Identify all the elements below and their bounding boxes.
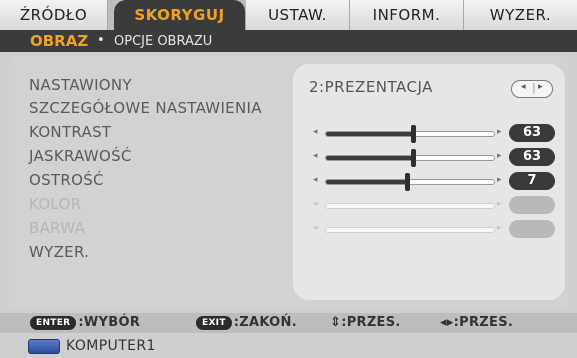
subtab-obraz[interactable]: OBRAZ — [30, 32, 88, 50]
help-leftright: ◂▸:PRZES. — [440, 315, 514, 330]
slider-left-arrow-icon[interactable]: ◂ — [313, 151, 318, 161]
slider-value-badge — [509, 196, 555, 214]
source-bar: KOMPUTER1 — [0, 335, 577, 358]
slider-knob[interactable] — [411, 149, 417, 167]
menu-content: NASTAWIONY SZCZEGÓŁOWE NASTAWIENIA KONTR… — [9, 56, 569, 308]
preset-value: 2:PREZENTACJA — [309, 78, 433, 96]
source-label: KOMPUTER1 — [66, 338, 156, 354]
slider-0[interactable]: ◂ ▸ 63 — [313, 122, 557, 144]
left-arrow-icon[interactable]: ◂ — [521, 82, 526, 92]
help-bar: ENTER:WYBÓR EXIT:ZAKOŃ. ⇕:PRZES. ◂▸:PRZE… — [0, 313, 577, 333]
slider-track[interactable] — [325, 173, 495, 191]
slider-fill — [326, 132, 414, 136]
slider-fill — [326, 180, 407, 184]
slider-right-arrow-icon[interactable]: ▸ — [497, 175, 502, 185]
tab-wyzer[interactable]: WYZER. — [464, 0, 577, 30]
tab-bar: ŹRÓDŁO SKORYGUJ USTAW. INFORM. WYZER. — [0, 0, 577, 30]
enter-key-icon: ENTER — [30, 316, 77, 330]
menu-item-jaskrawosc[interactable]: JASKRAWOŚĆ — [29, 147, 132, 165]
slider-4: ◂ ▸ — [313, 218, 557, 240]
right-arrow-icon[interactable]: ▸ — [538, 82, 543, 92]
slider-right-arrow-icon[interactable]: ▸ — [497, 127, 502, 137]
tab-skoryguj[interactable]: SKORYGUJ — [114, 0, 246, 30]
help-enter-text: :WYBÓR — [78, 315, 141, 330]
slider-track — [325, 203, 495, 209]
tab-ustaw[interactable]: USTAW. — [246, 0, 350, 30]
slider-right-arrow-icon: ▸ — [497, 199, 502, 209]
help-exit: EXIT:ZAKOŃ. — [196, 315, 297, 330]
slider-track[interactable] — [325, 149, 495, 167]
slider-value-badge: 63 — [509, 124, 555, 142]
slider-fill — [326, 156, 414, 160]
slider-right-arrow-icon[interactable]: ▸ — [497, 151, 502, 161]
subtab-bar: OBRAZ • OPCJE OBRAZU — [0, 30, 577, 52]
slider-left-arrow-icon[interactable]: ◂ — [313, 127, 318, 137]
slider-knob[interactable] — [411, 125, 417, 143]
value-panel: 2:PREZENTACJA ◂ | ▸ ◂ ▸ 63 ◂ ▸ 63 ◂ ▸ 7 ◂ ▸ ◂ ▸ — [293, 64, 565, 300]
help-updown: ⇕:PRZES. — [330, 315, 401, 330]
slider-left-arrow-icon: ◂ — [313, 199, 318, 209]
exit-key-icon: EXIT — [196, 316, 232, 330]
slider-value-badge: 63 — [509, 148, 555, 166]
osd-menu: ŹRÓDŁO SKORYGUJ USTAW. INFORM. WYZER. OB… — [0, 0, 577, 358]
slider-knob[interactable] — [404, 173, 410, 191]
slider-right-arrow-icon: ▸ — [497, 223, 502, 233]
help-exit-text: :ZAKOŃ. — [233, 315, 297, 330]
slider-value-badge — [509, 220, 555, 238]
slider-1[interactable]: ◂ ▸ 63 — [313, 146, 557, 168]
slider-left-arrow-icon: ◂ — [313, 223, 318, 233]
menu-item-nastawiony[interactable]: NASTAWIONY — [29, 76, 132, 94]
tab-zrodlo[interactable]: ŹRÓDŁO — [0, 0, 108, 30]
menu-item-barwa: BARWA — [29, 219, 86, 237]
menu-item-wyzer[interactable]: WYZER. — [29, 243, 89, 261]
slider-3: ◂ ▸ — [313, 194, 557, 216]
menu-item-kolor: KOLOR — [29, 195, 82, 213]
computer-input-icon — [28, 339, 60, 354]
tab-inform[interactable]: INFORM. — [350, 0, 464, 30]
menu-item-szczegolowe-nastawienia[interactable]: SZCZEGÓŁOWE NASTAWIENIA — [29, 99, 262, 117]
subtab-opcje-obrazu[interactable]: OPCJE OBRAZU — [114, 34, 212, 49]
help-enter: ENTER:WYBÓR — [30, 315, 140, 330]
menu-item-kontrast[interactable]: KONTRAST — [29, 123, 111, 141]
preset-selector[interactable]: ◂ | ▸ — [511, 80, 553, 98]
slider-track — [325, 227, 495, 233]
divider: | — [532, 81, 536, 94]
slider-left-arrow-icon[interactable]: ◂ — [313, 175, 318, 185]
subtab-separator: • — [97, 33, 105, 48]
slider-value-badge: 7 — [509, 172, 555, 190]
menu-item-ostrosc[interactable]: OSTROŚĆ — [29, 171, 104, 189]
slider-track[interactable] — [325, 125, 495, 143]
slider-2[interactable]: ◂ ▸ 7 — [313, 170, 557, 192]
